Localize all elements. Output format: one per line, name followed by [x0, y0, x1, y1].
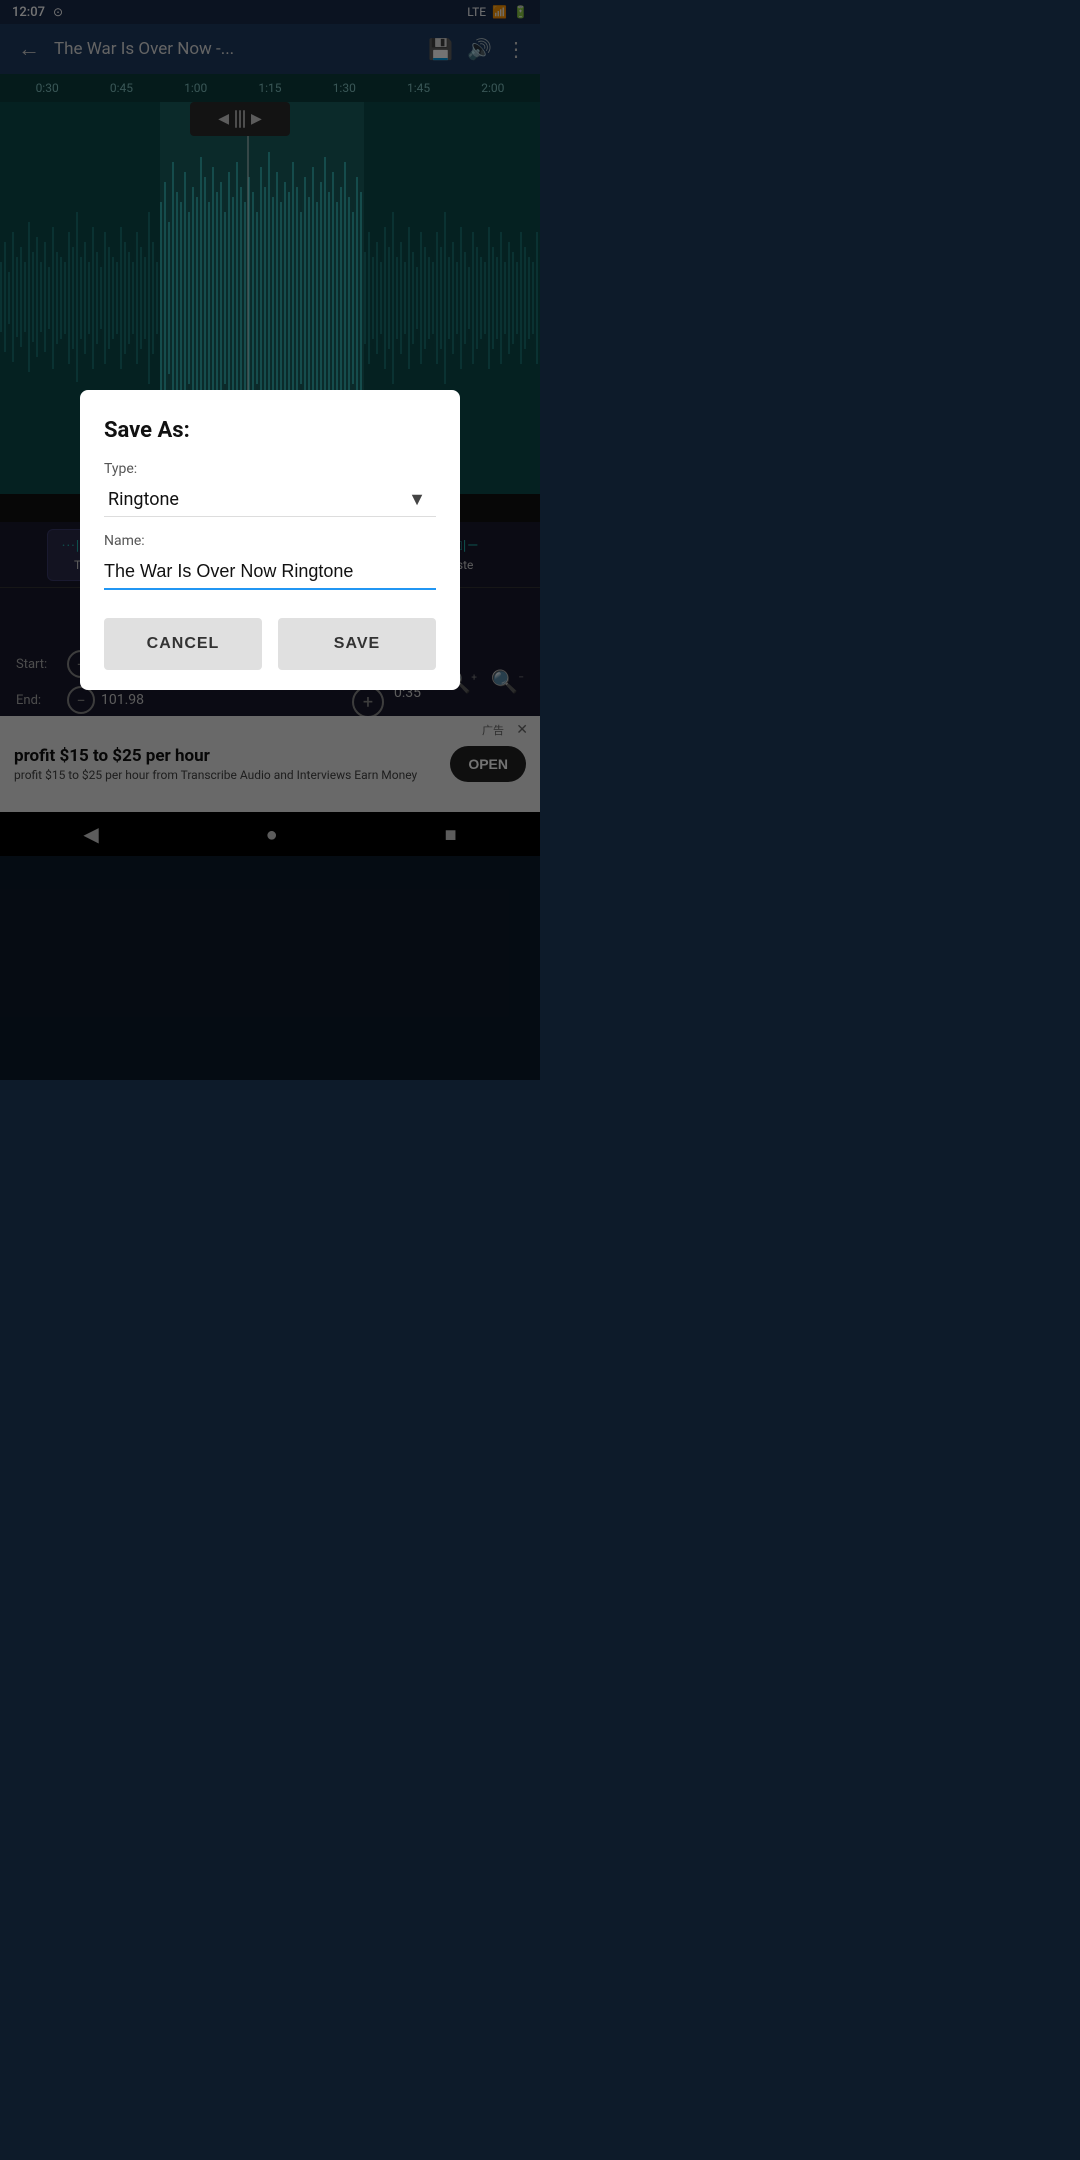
save-button[interactable]: SAVE — [278, 618, 436, 670]
modal-type-label: Type: — [104, 461, 436, 477]
modal-buttons: CANCEL SAVE — [104, 618, 436, 670]
cancel-button[interactable]: CANCEL — [104, 618, 262, 670]
modal-name-label: Name: — [104, 533, 436, 549]
chevron-down-icon: ▼ — [408, 489, 426, 510]
modal-title: Save As: — [104, 418, 436, 443]
modal-dialog: Save As: Type: Ringtone ▼ Name: CANCEL S… — [80, 390, 460, 690]
filename-input[interactable] — [104, 557, 436, 590]
type-dropdown[interactable]: Ringtone ▼ — [104, 483, 436, 517]
modal-overlay: Save As: Type: Ringtone ▼ Name: CANCEL S… — [0, 0, 540, 1080]
type-dropdown-value: Ringtone — [108, 489, 179, 510]
